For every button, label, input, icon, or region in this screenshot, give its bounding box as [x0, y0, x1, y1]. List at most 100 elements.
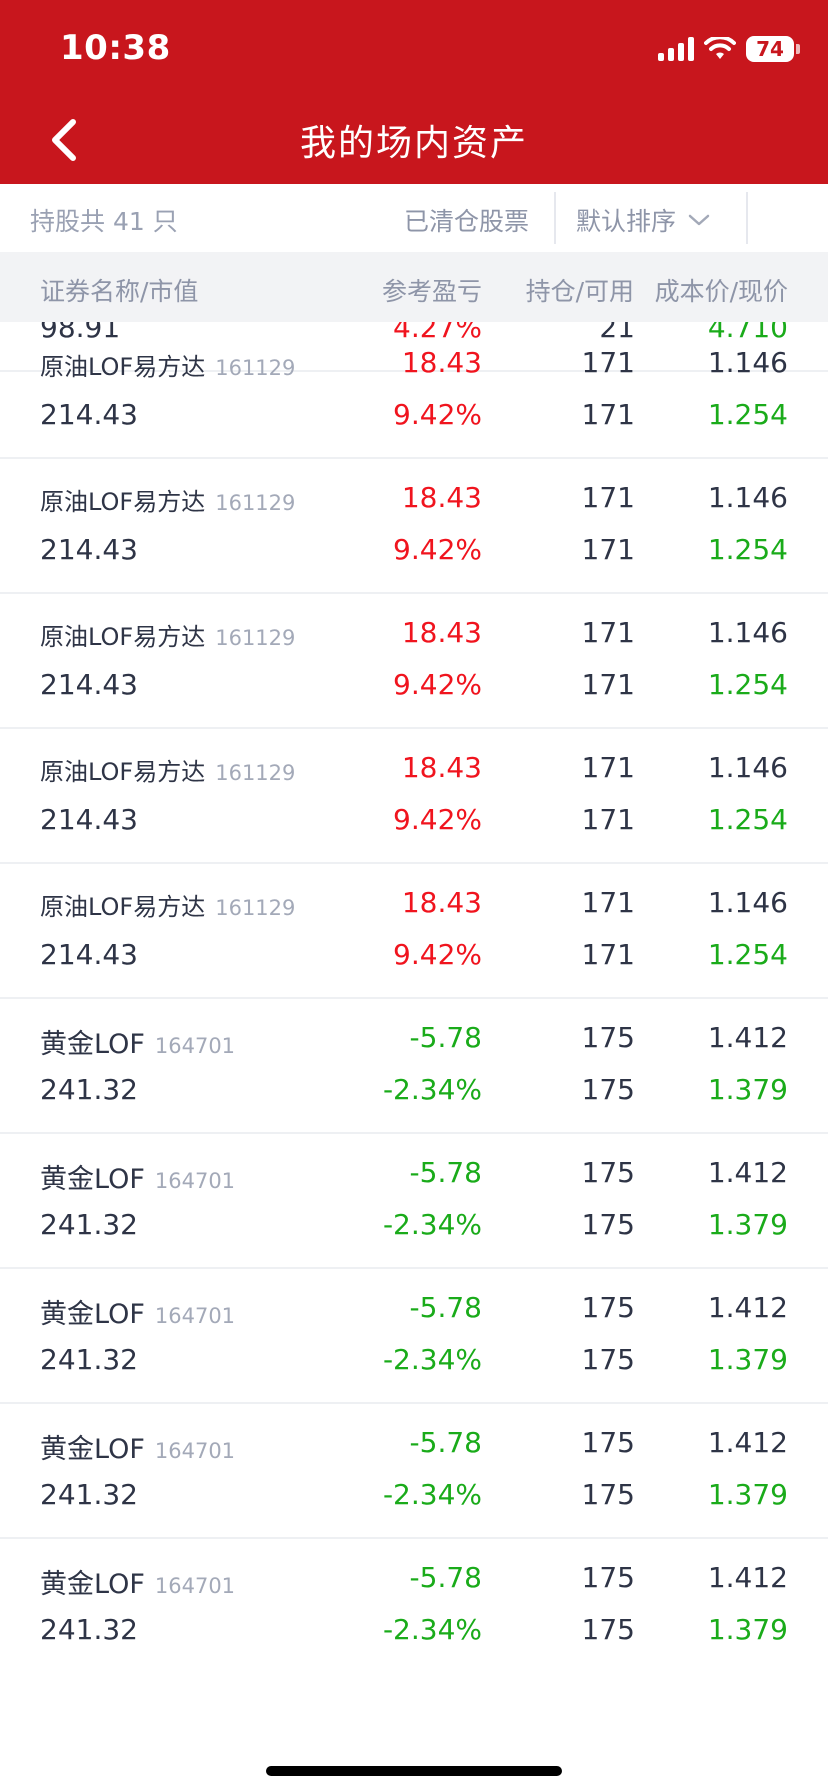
security-name: 黄金LOF 164701: [40, 1434, 236, 1465]
security-code: 161129: [215, 626, 296, 650]
status-icons: 74: [658, 34, 800, 64]
position-quantity: 175: [581, 1291, 635, 1324]
column-header-name-value: 证券名称/市值: [40, 277, 199, 306]
divider: [554, 192, 556, 244]
available-quantity: 175: [581, 1613, 635, 1646]
pl-percent: 9.42%: [393, 398, 482, 431]
current-price: 1.254: [707, 398, 788, 431]
table-row[interactable]: 原油LOF易方达 161129 214.43 18.43 9.42% 171 17…: [0, 862, 828, 999]
security-code: 161129: [215, 896, 296, 920]
table-row[interactable]: 黄金LOF 164701 241.32 -5.78 -2.34% 175 175 …: [0, 1402, 828, 1539]
market-value: 214.43: [40, 533, 138, 566]
pl-percent: -2.34%: [382, 1478, 482, 1511]
security-name: 黄金LOF 164701: [40, 1029, 236, 1060]
table-row[interactable]: 原油LOF易方达 161129 214.43 18.43 9.42% 171 17…: [0, 322, 828, 459]
profit-loss: 18.43: [401, 751, 482, 784]
pl-percent: 9.42%: [393, 668, 482, 701]
security-name: 原油LOF易方达 161129: [40, 353, 296, 381]
available-quantity: 171: [581, 803, 635, 836]
app-header: 10:38 74 我的场内资产: [0, 0, 828, 184]
sort-dropdown[interactable]: 默认排序: [576, 202, 710, 238]
column-header-position: 持仓/可用: [525, 277, 634, 306]
profit-loss: 18.43: [401, 886, 482, 919]
cellular-signal-icon: [658, 37, 694, 61]
position-quantity: 175: [581, 1021, 635, 1054]
current-price: 1.379: [707, 1478, 788, 1511]
market-value: 214.43: [40, 803, 138, 836]
security-name: 原油LOF易方达 161129: [40, 893, 296, 921]
security-code: 161129: [215, 491, 296, 515]
profit-loss: 18.43: [401, 346, 482, 379]
table-row[interactable]: 原油LOF易方达 161129 214.43 18.43 9.42% 171 17…: [0, 727, 828, 864]
market-value: 241.32: [40, 1478, 138, 1511]
position-quantity: 175: [581, 1156, 635, 1189]
table-header: 证券名称/市值 参考盈亏 持仓/可用 成本价/现价: [0, 252, 828, 322]
table-row[interactable]: 黄金LOF 164701 241.32 -5.78 -2.34% 175 175 …: [0, 1132, 828, 1269]
page-title: 我的场内资产: [299, 123, 528, 164]
wifi-icon: [704, 37, 736, 59]
available-quantity: 175: [581, 1073, 635, 1106]
sort-label: 默认排序: [576, 207, 677, 236]
holdings-list[interactable]: 98.91 4.27% 21 4.710 原油LOF易方达 161129 214.…: [0, 322, 828, 1762]
position-quantity: 171: [581, 886, 635, 919]
cost-price: 1.412: [707, 1561, 788, 1594]
profit-loss: -5.78: [409, 1021, 482, 1054]
current-price: 1.254: [707, 533, 788, 566]
profit-loss: 18.43: [401, 616, 482, 649]
pl-percent: 9.42%: [393, 938, 482, 971]
table-row[interactable]: 原油LOF易方达 161129 214.43 18.43 9.42% 171 17…: [0, 592, 828, 729]
market-value: 214.43: [40, 668, 138, 701]
available-quantity: 175: [581, 1478, 635, 1511]
market-value: 241.32: [40, 1208, 138, 1241]
profit-loss: -5.78: [409, 1291, 482, 1324]
table-row[interactable]: 原油LOF易方达 161129 214.43 18.43 9.42% 171 17…: [0, 457, 828, 594]
battery-icon: 74: [746, 36, 800, 62]
security-code: 164701: [154, 1439, 236, 1463]
cost-price: 1.146: [707, 886, 788, 919]
pl-percent: 9.42%: [393, 533, 482, 566]
position-quantity: 175: [581, 1561, 635, 1594]
table-row[interactable]: 黄金LOF 164701 241.32 -5.78 -2.34% 175 175 …: [0, 1267, 828, 1404]
available-quantity: 175: [581, 1208, 635, 1241]
current-price: 1.254: [707, 803, 788, 836]
current-price: 1.379: [707, 1073, 788, 1106]
market-value: 241.32: [40, 1613, 138, 1646]
table-row[interactable]: 黄金LOF 164701 241.32 -5.78 -2.34% 175 175 …: [0, 1537, 828, 1672]
position-quantity: 171: [581, 751, 635, 784]
table-row[interactable]: 黄金LOF 164701 241.32 -5.78 -2.34% 175 175 …: [0, 997, 828, 1134]
column-header-price: 成本价/现价: [654, 277, 788, 306]
current-price: 1.379: [707, 1208, 788, 1241]
security-code: 164701: [154, 1304, 236, 1328]
position-quantity: 171: [581, 616, 635, 649]
cost-price: 1.412: [707, 1021, 788, 1054]
market-value: 241.32: [40, 1343, 138, 1376]
home-indicator[interactable]: [266, 1766, 562, 1776]
cost-price: 1.412: [707, 1291, 788, 1324]
cleared-stocks-button[interactable]: 已清仓股票: [404, 202, 529, 238]
cost-price: 1.146: [707, 346, 788, 379]
chevron-down-icon: [688, 214, 710, 226]
column-header-pl: 参考盈亏: [381, 277, 482, 306]
security-code: 164701: [154, 1169, 236, 1193]
position-quantity: 175: [581, 1426, 635, 1459]
available-quantity: 171: [581, 938, 635, 971]
position-quantity: 171: [581, 481, 635, 514]
available-quantity: 171: [581, 398, 635, 431]
available-quantity: 171: [581, 668, 635, 701]
security-name: 黄金LOF 164701: [40, 1569, 236, 1600]
profit-loss: -5.78: [409, 1156, 482, 1189]
security-code: 164701: [154, 1034, 236, 1058]
holdings-count: 持股共 41 只: [30, 207, 178, 236]
position-quantity: 171: [581, 346, 635, 379]
pl-percent: -2.34%: [382, 1073, 482, 1106]
market-value: 214.43: [40, 398, 138, 431]
security-name: 黄金LOF 164701: [40, 1164, 236, 1195]
filter-bar: 持股共 41 只 已清仓股票 默认排序: [0, 184, 828, 252]
pl-percent: -2.34%: [382, 1613, 482, 1646]
pl-percent: -2.34%: [382, 1343, 482, 1376]
security-code: 161129: [215, 356, 296, 380]
security-name: 原油LOF易方达 161129: [40, 758, 296, 786]
profit-loss: -5.78: [409, 1561, 482, 1594]
available-quantity: 171: [581, 533, 635, 566]
security-name: 黄金LOF 164701: [40, 1299, 236, 1330]
